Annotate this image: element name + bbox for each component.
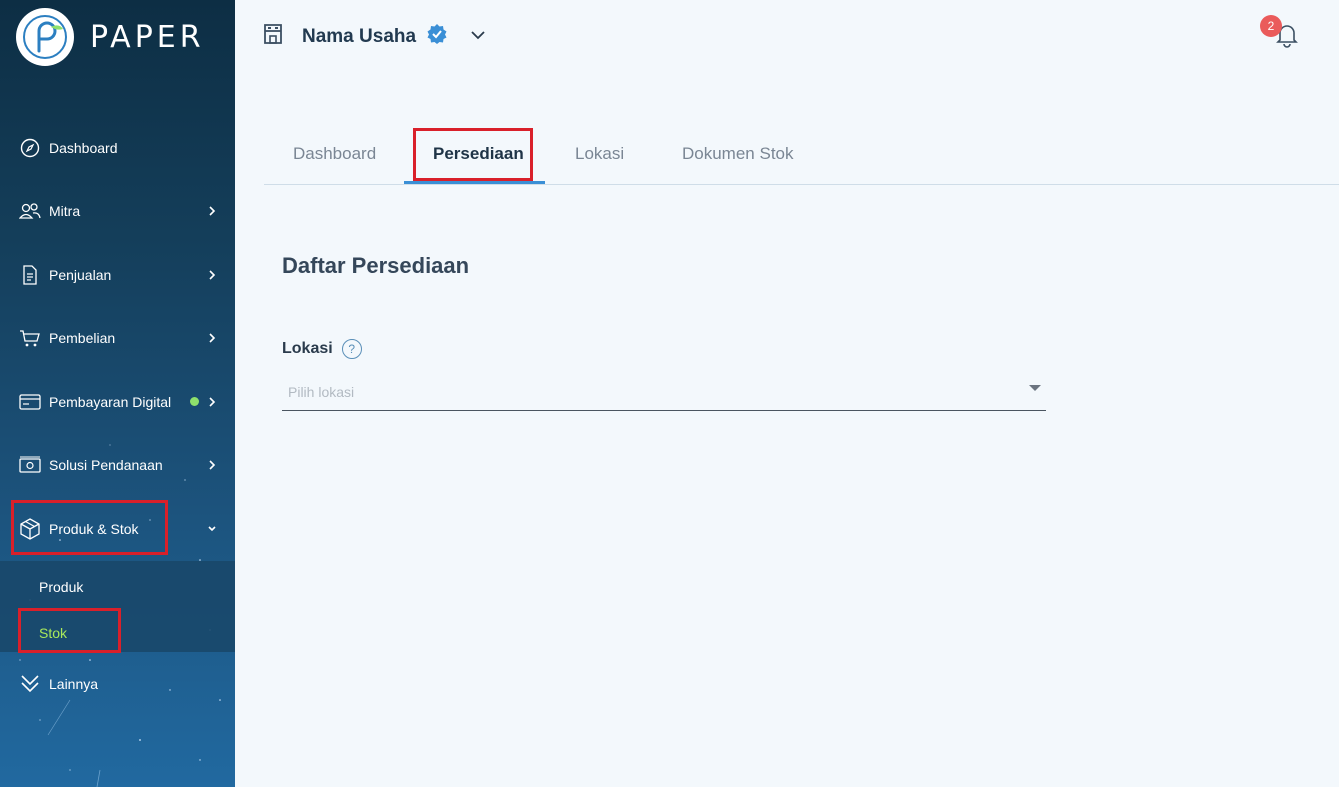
brand-name: PAPER [90, 19, 205, 55]
tab-lokasi[interactable]: Lokasi [575, 144, 624, 164]
location-select-placeholder: Pilih lokasi [288, 384, 355, 400]
sidebar-item-dashboard[interactable]: Dashboard [0, 128, 235, 168]
cash-icon [19, 454, 41, 476]
sidebar-item-produk-stok[interactable]: Produk & Stok [0, 509, 235, 549]
verified-badge-icon [426, 23, 448, 50]
compass-icon [19, 137, 41, 159]
chevron-right-icon [209, 333, 216, 343]
status-dot [190, 397, 199, 406]
brand-logo[interactable]: PAPER [16, 8, 205, 66]
location-select[interactable]: Pilih lokasi [282, 375, 1046, 411]
active-tab-indicator [404, 181, 545, 184]
sidebar-item-lainnya[interactable]: Lainnya [0, 664, 235, 704]
double-chevron-down-icon [19, 673, 41, 695]
tab-persediaan[interactable]: Persediaan [433, 144, 524, 164]
sidebar: PAPER Dashboard Mitra Penjualan Pembelia… [0, 0, 235, 787]
store-name: Nama Usaha [302, 25, 417, 47]
caret-down-icon [1029, 385, 1041, 391]
chevron-right-icon [209, 460, 216, 470]
location-field-label: Lokasi ? [282, 339, 362, 359]
chevron-down-icon[interactable] [470, 28, 486, 46]
sidebar-item-pembayaran-digital[interactable]: Pembayaran Digital [0, 382, 235, 422]
sidebar-item-label: Solusi Pendanaan [49, 457, 163, 473]
document-icon [19, 264, 41, 286]
sidebar-item-label: Mitra [49, 203, 81, 219]
submenu-item-stok[interactable]: Stok [39, 625, 67, 641]
chevron-down-icon [208, 526, 216, 532]
sidebar-item-label: Pembayaran Digital [49, 394, 172, 410]
sidebar-item-mitra[interactable]: Mitra [0, 191, 235, 231]
store-icon [262, 22, 284, 51]
sidebar-item-solusi-pendanaan[interactable]: Solusi Pendanaan [0, 445, 235, 485]
store-selector[interactable]: Nama Usaha [262, 22, 486, 51]
sidebar-item-label: Penjualan [49, 267, 112, 283]
chevron-right-icon [209, 206, 216, 216]
tab-dashboard[interactable]: Dashboard [293, 144, 376, 164]
produk-stok-submenu: Produk Stok [0, 561, 235, 652]
cart-icon [19, 327, 41, 349]
box-icon [19, 518, 41, 540]
sidebar-item-label: Pembelian [49, 330, 116, 346]
sidebar-item-pembelian[interactable]: Pembelian [0, 318, 235, 358]
sidebar-item-label: Produk & Stok [49, 521, 139, 537]
help-icon[interactable]: ? [341, 339, 362, 359]
tab-bar: Dashboard Persediaan Lokasi Dokumen Stok [264, 128, 1339, 185]
credit-card-icon [19, 391, 41, 413]
chevron-right-icon [209, 397, 216, 407]
sidebar-item-label: Dashboard [49, 140, 118, 156]
users-icon [19, 200, 41, 222]
page-title: Daftar Persediaan [282, 253, 470, 278]
paper-logo-icon [16, 8, 74, 66]
chevron-right-icon [209, 270, 216, 280]
sidebar-item-penjualan[interactable]: Penjualan [0, 255, 235, 295]
notification-count-badge: 2 [1260, 15, 1282, 37]
location-label-text: Lokasi [282, 340, 333, 357]
tab-dokumen-stok[interactable]: Dokumen Stok [682, 144, 794, 164]
sidebar-item-label: Lainnya [49, 676, 99, 692]
submenu-item-produk[interactable]: Produk [39, 579, 83, 595]
